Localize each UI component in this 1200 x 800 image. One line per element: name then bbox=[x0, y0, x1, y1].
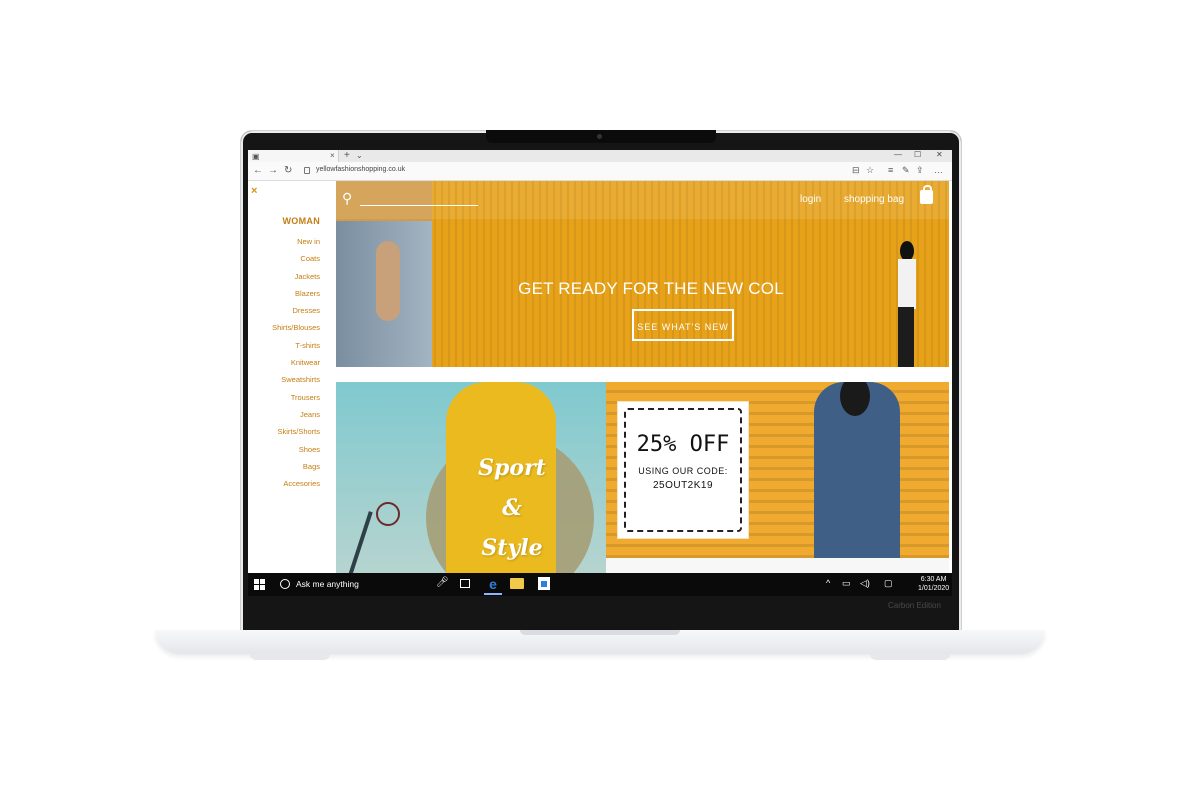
category-item[interactable]: Skirts/Shorts bbox=[272, 423, 320, 440]
see-whats-new-button[interactable]: SEE WHAT'S NEW bbox=[632, 309, 734, 341]
category-item[interactable]: Dresses bbox=[272, 302, 320, 319]
search-input[interactable] bbox=[360, 205, 478, 206]
category-item[interactable]: Sweatshirts bbox=[272, 371, 320, 388]
hero-headline: GET READY FOR THE NEW COL bbox=[518, 279, 784, 298]
taskbar-clock[interactable]: 6:30 AM 1/01/2020 bbox=[918, 575, 949, 593]
volume-icon[interactable]: ◁) bbox=[860, 578, 870, 589]
category-item[interactable]: Jackets bbox=[272, 268, 320, 285]
browser-tab-bar: ▣ × + ⌄ — ☐ ✕ bbox=[248, 150, 952, 162]
category-list: New in Coats Jackets Blazers Dresses Shi… bbox=[272, 233, 320, 492]
sport-line-1: Sport bbox=[478, 455, 546, 481]
new-tab-button[interactable]: + bbox=[344, 150, 350, 161]
minimize-icon[interactable]: — bbox=[894, 150, 902, 159]
shopping-bag-icon[interactable] bbox=[920, 185, 933, 204]
category-item[interactable]: Bags bbox=[272, 458, 320, 475]
promo-bottom-strip bbox=[606, 558, 949, 573]
favorite-star-icon[interactable]: ☆ bbox=[866, 165, 874, 176]
category-item[interactable]: Coats bbox=[272, 250, 320, 267]
category-item[interactable]: Knitwear bbox=[272, 354, 320, 371]
category-sidebar: × WOMAN New in Coats Jackets Blazers Dre… bbox=[248, 181, 336, 573]
battery-icon[interactable]: ▭ bbox=[842, 578, 851, 589]
store-icon[interactable] bbox=[538, 577, 550, 590]
microphone-icon[interactable]: 🎤︎ bbox=[436, 577, 449, 588]
model-hand bbox=[376, 241, 400, 321]
sport-line-3: Style bbox=[481, 535, 543, 561]
tab-close-icon[interactable]: × bbox=[330, 151, 335, 160]
windows-start-icon[interactable] bbox=[254, 579, 265, 590]
brand-text: Carbon Edition bbox=[888, 601, 941, 610]
coupon-instruction: USING OUR CODE: bbox=[638, 466, 728, 476]
laptop-foot-left bbox=[250, 654, 330, 660]
more-icon[interactable]: … bbox=[934, 165, 943, 175]
model-head bbox=[900, 241, 914, 261]
browser-tab[interactable]: ▣ × bbox=[248, 150, 339, 162]
basketball-pole bbox=[347, 511, 373, 573]
sidebar-title[interactable]: WOMAN bbox=[283, 216, 321, 226]
login-link[interactable]: login bbox=[800, 194, 821, 205]
clock-time: 6:30 AM bbox=[920, 576, 947, 583]
task-view-icon[interactable] bbox=[460, 579, 470, 588]
category-item[interactable]: New in bbox=[272, 233, 320, 250]
main-content: ⚲ login shopping bag GET READY FOR THE N… bbox=[336, 181, 952, 573]
category-item[interactable]: T-shirts bbox=[272, 337, 320, 354]
address-bar: ← → ↻ yellowfashionshopping.co.uk ⊟ ☆ ≡ … bbox=[248, 162, 952, 181]
maximize-icon[interactable]: ☐ bbox=[914, 150, 921, 159]
coupon-title: 25% OFF bbox=[636, 432, 730, 457]
shopping-bag-link[interactable]: shopping bag bbox=[844, 194, 904, 205]
refresh-icon[interactable]: ↻ bbox=[284, 165, 292, 176]
tab-page-icon: ▣ bbox=[252, 152, 260, 161]
share-icon[interactable]: ⇪ bbox=[916, 165, 924, 176]
category-item[interactable]: Trousers bbox=[272, 389, 320, 406]
close-window-icon[interactable]: ✕ bbox=[936, 150, 943, 159]
file-explorer-icon[interactable] bbox=[510, 578, 524, 589]
webcam bbox=[597, 134, 602, 139]
denim-model-image bbox=[814, 382, 900, 558]
taskbar: Ask me anything 🎤︎ e ^ ▭ ◁) ▢ 6:30 AM 1/… bbox=[248, 573, 952, 596]
category-item[interactable]: Shirts/Blouses bbox=[272, 319, 320, 336]
category-item[interactable]: Accesories bbox=[272, 475, 320, 492]
laptop-foot-right bbox=[870, 654, 950, 660]
url-field[interactable]: yellowfashionshopping.co.uk bbox=[316, 166, 405, 173]
notifications-icon[interactable]: ▢ bbox=[884, 578, 893, 589]
clock-date: 1/01/2020 bbox=[918, 585, 950, 592]
forward-icon[interactable]: → bbox=[268, 165, 278, 176]
reading-view-icon[interactable]: ⊟ bbox=[852, 165, 860, 176]
model-body bbox=[898, 259, 916, 309]
sport-style-text: Sport & Style bbox=[462, 448, 562, 568]
category-item[interactable]: Blazers bbox=[272, 285, 320, 302]
category-item[interactable]: Shoes bbox=[272, 441, 320, 458]
hero-model-right-image bbox=[888, 241, 928, 367]
discount-promo[interactable]: 25% OFF USING OUR CODE: 25OUT2K19 bbox=[606, 382, 949, 558]
model-legs bbox=[898, 307, 914, 367]
cortana-icon[interactable] bbox=[280, 579, 290, 589]
search-icon[interactable]: ⚲ bbox=[342, 190, 352, 207]
tab-menu-icon[interactable]: ⌄ bbox=[356, 151, 363, 160]
coupon-code: 25OUT2K19 bbox=[652, 480, 714, 491]
sport-line-2: & bbox=[502, 495, 522, 521]
edge-browser-icon[interactable]: e bbox=[484, 575, 502, 595]
hub-icon[interactable]: ≡ bbox=[888, 165, 893, 175]
hero-banner: ⚲ login shopping bag GET READY FOR THE N… bbox=[336, 181, 949, 367]
lock-icon bbox=[304, 167, 310, 174]
screen: ▣ × + ⌄ — ☐ ✕ ← → ↻ yellowfashionshoppin… bbox=[248, 150, 952, 596]
web-note-icon[interactable]: ✎ bbox=[902, 165, 910, 176]
category-item[interactable]: Jeans bbox=[272, 406, 320, 423]
coupon-card: 25% OFF USING OUR CODE: 25OUT2K19 bbox=[618, 402, 748, 538]
model-head bbox=[840, 382, 870, 416]
close-menu-icon[interactable]: × bbox=[251, 185, 257, 197]
sport-style-promo[interactable]: Sport & Style bbox=[336, 382, 606, 573]
taskbar-search-box[interactable]: Ask me anything bbox=[296, 579, 359, 589]
show-hidden-icons-icon[interactable]: ^ bbox=[826, 578, 830, 588]
back-icon[interactable]: ← bbox=[253, 165, 263, 176]
base-lip bbox=[520, 630, 680, 635]
basketball-hoop bbox=[376, 502, 400, 526]
